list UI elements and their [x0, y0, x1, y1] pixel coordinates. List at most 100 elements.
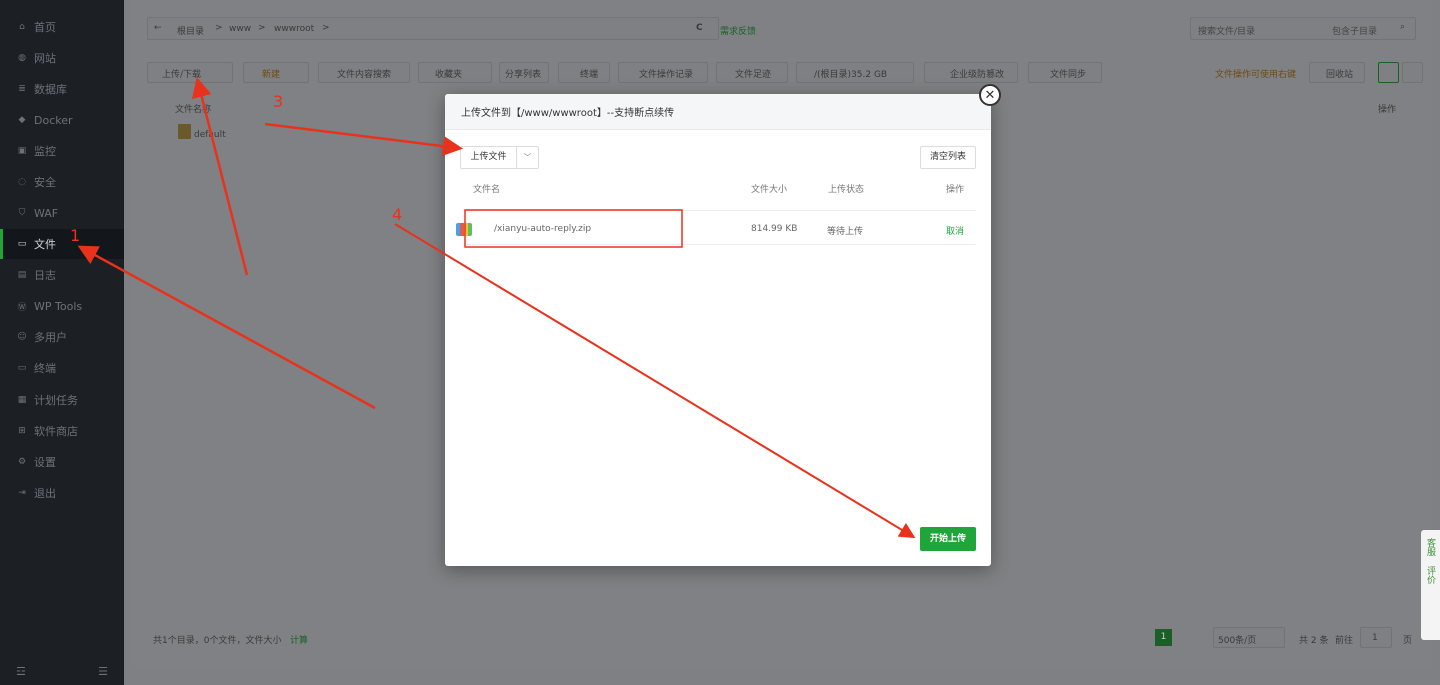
home-icon: ⌂: [19, 22, 25, 32]
annotation-number-1: 1: [70, 226, 81, 245]
monitor-icon: ▣: [17, 146, 27, 156]
divider: [463, 244, 976, 245]
favorites-label: 收藏夹: [435, 70, 463, 80]
sidebar-item-label: 日志: [34, 269, 56, 282]
upload-file-button[interactable]: 上传文件 ﹀: [460, 146, 539, 169]
sidebar-item-files[interactable]: ▭ 文件: [0, 229, 124, 259]
cancel-upload-link[interactable]: 取消: [946, 224, 964, 237]
dialog-header: 上传文件到【/www/wwwroot】--支持断点续传: [445, 94, 991, 130]
sidebar-item-label: 文件: [34, 238, 56, 251]
sidebar-item-logout[interactable]: ⇥ 退出: [0, 478, 124, 508]
dialog-title: 上传文件到【/www/wwwroot】--支持断点续传: [461, 108, 675, 119]
breadcrumb-www[interactable]: www: [229, 24, 251, 34]
footprint-label: 文件足迹: [735, 70, 772, 80]
rating-tab[interactable]: 评价: [1424, 566, 1437, 584]
menu-icon[interactable]: ☰: [98, 665, 108, 678]
apps-icon: ⊞: [18, 426, 26, 436]
new-label: 新建: [262, 70, 281, 80]
right-click-tip: 文件操作可使用右键: [1215, 70, 1297, 80]
goto-page-value: 1: [1372, 633, 1378, 643]
col-file-name[interactable]: 文件名称: [175, 102, 211, 115]
sidebar-item-settings[interactable]: ⚙ 设置: [0, 447, 124, 477]
breadcrumb-sep: >: [322, 23, 330, 33]
search-input[interactable]: 搜索文件/目录: [1198, 24, 1255, 37]
upload-dialog: 上传文件到【/www/wwwroot】--支持断点续传 ✕ 上传文件 ﹀ 清空列…: [445, 84, 1001, 566]
sidebar-item-label: 数据库: [34, 83, 67, 96]
sidebar-footer: ☲ ☰: [0, 657, 124, 685]
sidebar-item-label: Docker: [34, 113, 73, 127]
sidebar-item-home[interactable]: ⌂ 首页: [0, 12, 124, 42]
sidebar-item-docker[interactable]: ◆ Docker: [0, 105, 124, 135]
upload-file-status: 等待上传: [827, 227, 864, 237]
folder-icon: ▭: [17, 239, 27, 249]
zip-file-icon: [456, 223, 472, 236]
close-icon[interactable]: ✕: [979, 84, 1001, 106]
annotation-number-3: 3: [273, 92, 284, 111]
dir-summary: 共1个目录，0个文件，文件大小: [153, 636, 282, 646]
sidebar-item-terminal[interactable]: ▭ 终端: [0, 353, 124, 383]
sidebar-item-label: 终端: [34, 362, 56, 375]
calendar-icon: ▦: [17, 395, 27, 405]
op-records-label: 文件操作记录: [639, 70, 694, 80]
sidebar-item-label: 首页: [34, 21, 56, 34]
breadcrumb-wwwroot[interactable]: wwwroot: [274, 24, 314, 34]
feedback-link[interactable]: 需求反馈: [720, 24, 756, 37]
sidebar-item-app-store[interactable]: ⊞ 软件商店: [0, 416, 124, 446]
customer-service-tab[interactable]: 客服: [1424, 538, 1437, 556]
breadcrumb-sep: >: [258, 23, 266, 33]
upload-file-name: /xianyu-auto-reply.zip: [494, 224, 592, 234]
floating-tabs: 客服 评价: [1421, 530, 1440, 640]
sidebar-item-wp-tools[interactable]: Ⓦ WP Tools: [0, 291, 124, 321]
sidebar-item-website[interactable]: ◍ 网站: [0, 43, 124, 73]
sidebar-item-security[interactable]: ◌ 安全: [0, 167, 124, 197]
breadcrumb-sep: >: [215, 23, 223, 33]
clear-list-button[interactable]: 清空列表: [920, 146, 976, 169]
sidebar-item-label: WP Tools: [34, 299, 83, 313]
col-filename: 文件名: [473, 185, 501, 195]
sidebar-item-multi-user[interactable]: ☺ 多用户: [0, 322, 124, 352]
folder-icon: [178, 124, 191, 139]
file-row-name[interactable]: default: [194, 130, 226, 140]
pagination-current[interactable]: 1: [1155, 629, 1172, 646]
sidebar-item-label: 设置: [34, 456, 56, 469]
sidebar-item-cron[interactable]: ▦ 计划任务: [0, 385, 124, 415]
log-icon: ▤: [17, 270, 27, 280]
calc-size-link[interactable]: 计算: [290, 633, 308, 646]
docker-icon: ◆: [18, 115, 26, 125]
col-filesize: 文件大小: [751, 185, 788, 195]
sidebar-item-waf[interactable]: ⛉ WAF: [0, 198, 124, 228]
page-size-label: 500条/页: [1218, 636, 1257, 646]
sidebar-item-label: 网站: [34, 52, 56, 65]
logout-icon: ⇥: [18, 488, 26, 498]
include-subdir-checkbox[interactable]: 包含子目录: [1332, 24, 1377, 37]
collapse-icon[interactable]: ☲: [16, 665, 26, 678]
gear-icon: ⚙: [17, 457, 27, 467]
sidebar-item-logs[interactable]: ▤ 日志: [0, 260, 124, 290]
share-list-label: 分享列表: [505, 70, 542, 80]
sidebar-item-monitor[interactable]: ▣ 监控: [0, 136, 124, 166]
breadcrumb-root[interactable]: 根目录: [177, 24, 204, 37]
search-icon[interactable]: ⌕: [1400, 22, 1405, 32]
sidebar-item-label: 安全: [34, 176, 56, 189]
col-operations: 操作: [1378, 105, 1397, 115]
wordpress-icon: Ⓦ: [17, 302, 27, 313]
sidebar-item-label: 计划任务: [34, 394, 78, 407]
divider: [463, 210, 976, 211]
total-count: 共 2 条: [1299, 636, 1329, 646]
sync-label: 文件同步: [1050, 70, 1087, 80]
sidebar-item-label: 软件商店: [34, 425, 78, 438]
chevron-down-icon[interactable]: ﹀: [517, 152, 538, 163]
refresh-icon[interactable]: C: [696, 23, 703, 33]
back-icon[interactable]: ←: [154, 23, 162, 33]
sidebar-item-database[interactable]: ≣ 数据库: [0, 74, 124, 104]
upload-file-size: 814.99 KB: [751, 224, 798, 234]
sidebar-item-label: 多用户: [34, 331, 67, 344]
waf-icon: ⛉: [18, 208, 26, 218]
upload-file-label: 上传文件: [461, 147, 517, 168]
annotation-number-4: 4: [392, 205, 403, 224]
grid-view-toggle[interactable]: [1402, 62, 1423, 83]
sidebar-item-label: 监控: [34, 145, 56, 158]
start-upload-button[interactable]: 开始上传: [920, 527, 976, 551]
users-icon: ☺: [17, 332, 27, 342]
list-view-toggle[interactable]: [1378, 62, 1399, 83]
